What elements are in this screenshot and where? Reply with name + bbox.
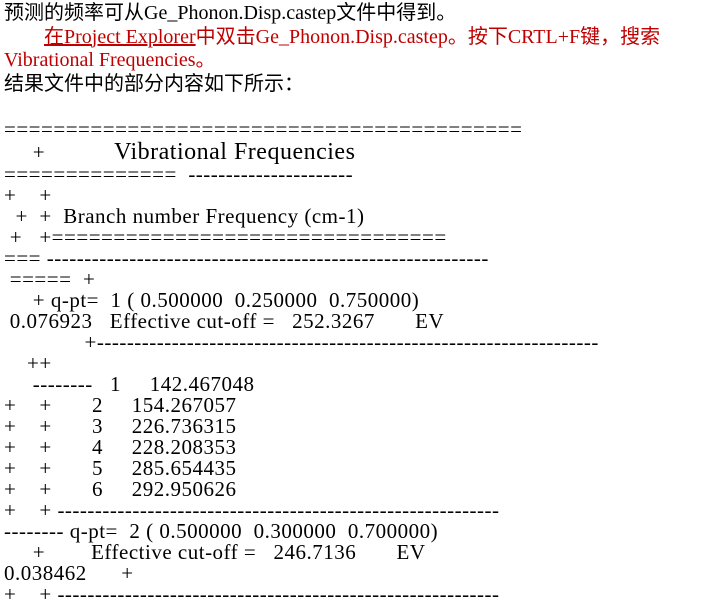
qpt2-cutoff-label: Effective cut-off =: [91, 540, 256, 564]
results-block: ========================================…: [4, 98, 716, 605]
qpt2-unit: EV: [397, 540, 426, 564]
qpt1-weight: 0.076923: [10, 309, 93, 333]
project-explorer-instruction: 在Project Explorer中双击Ge_Phonon.Disp.caste…: [4, 26, 660, 72]
qpt2-cutoff-val: 246.7136: [274, 540, 357, 564]
branch-header: Branch number Frequency (cm-1): [63, 204, 364, 228]
sep-eq: ========================================…: [4, 117, 522, 141]
intro-text: 预测的频率可从Ge_Phonon.Disp.castep文件中得到。 在Proj…: [4, 2, 716, 96]
b1-n: 1: [110, 372, 121, 396]
intro-line1: 预测的频率可从Ge_Phonon.Disp.castep文件中得到。: [4, 2, 456, 24]
intro-line3: 结果文件中的部分内容如下所示：: [4, 73, 304, 95]
